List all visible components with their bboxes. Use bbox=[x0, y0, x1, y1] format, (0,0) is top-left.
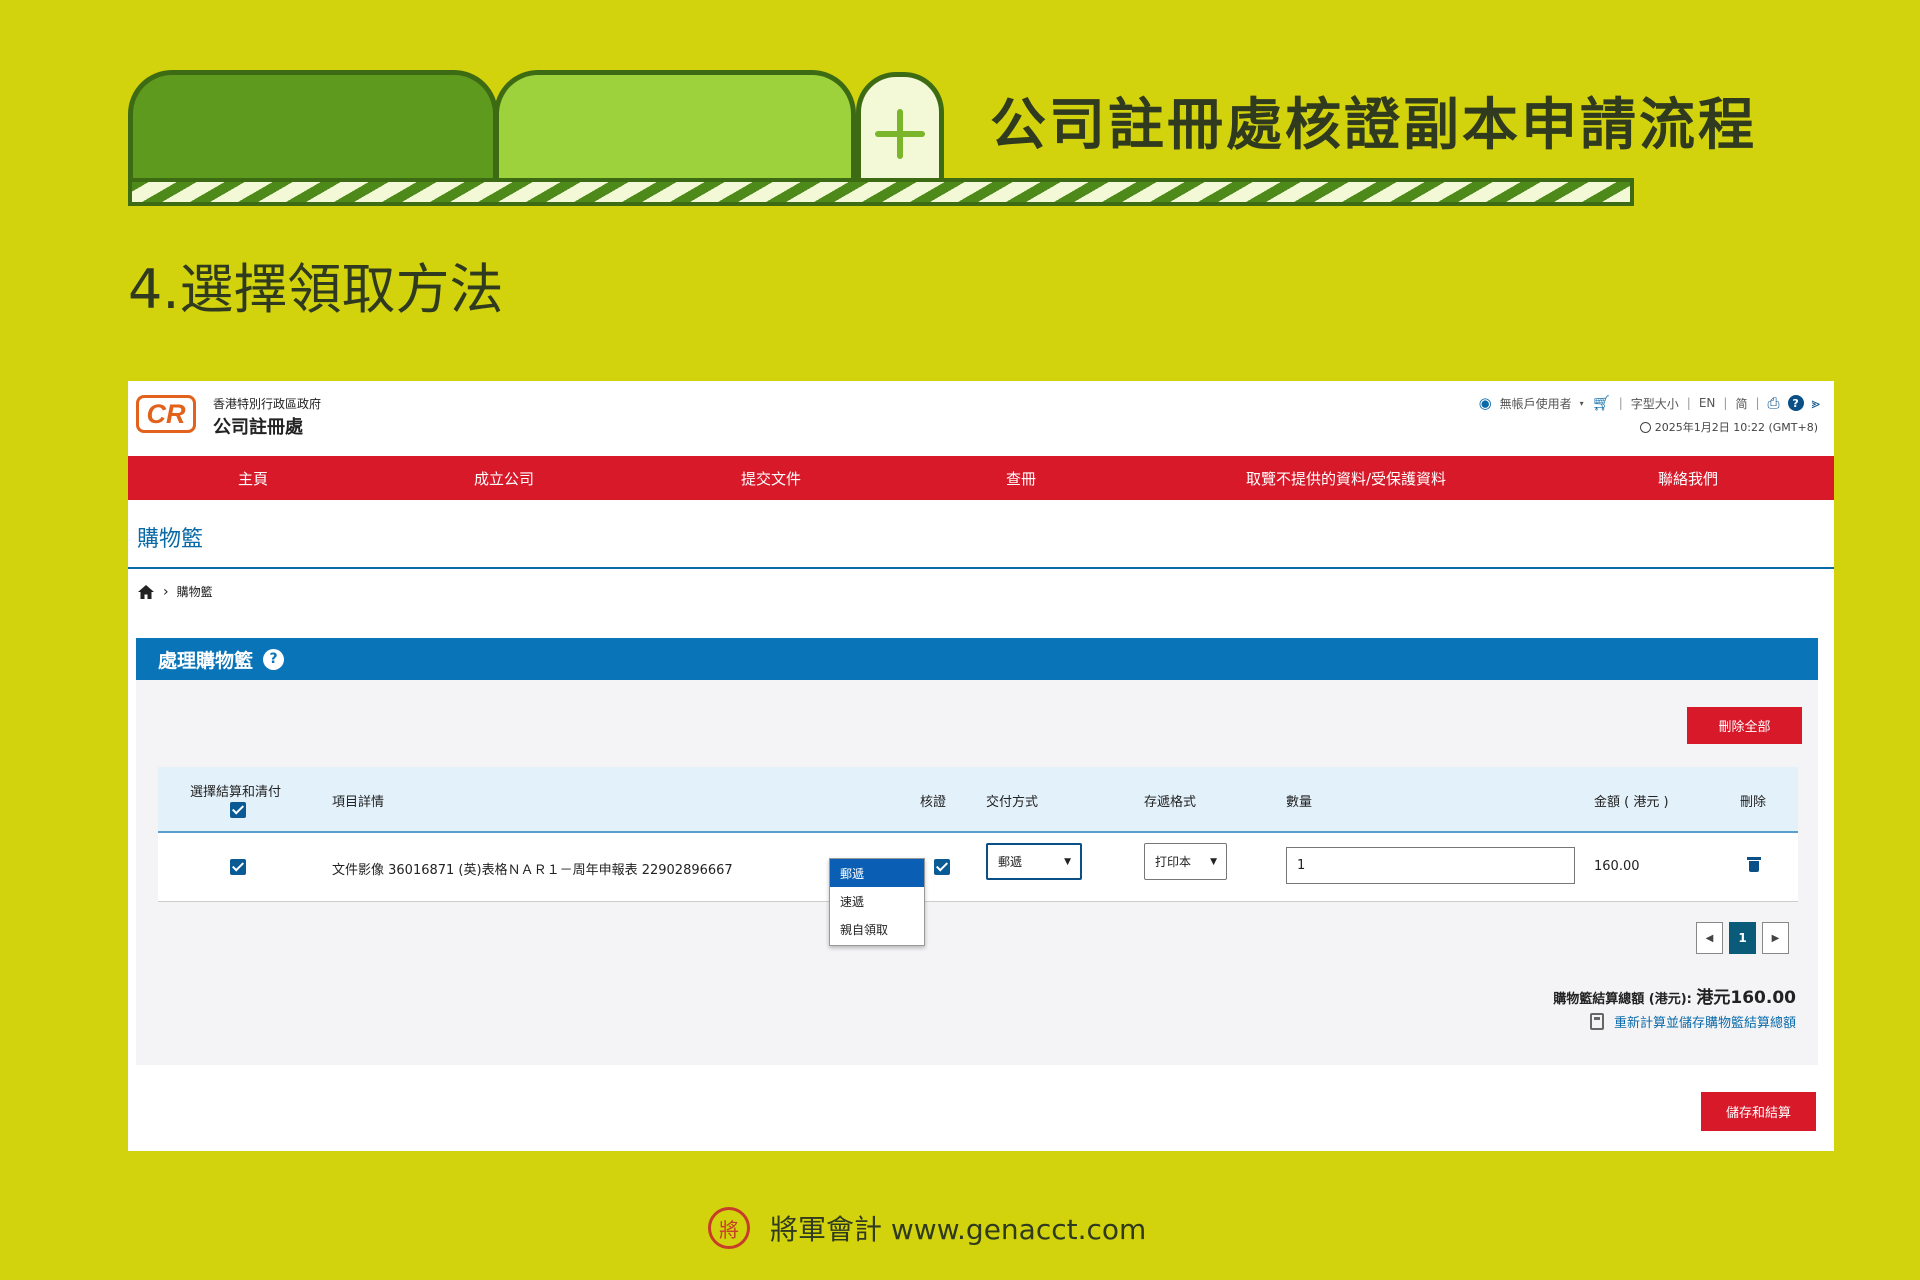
th-certify: 核證 bbox=[920, 795, 947, 810]
breadcrumb-current: 購物籃 bbox=[176, 585, 213, 599]
th-amount: 金額 ( 港元 ) bbox=[1594, 795, 1669, 810]
clock-icon bbox=[1639, 421, 1651, 433]
slide-footer: 將 將軍會計 www.genacct.com bbox=[708, 1207, 1146, 1249]
delivery-select-value: 郵遞 bbox=[998, 855, 1023, 869]
calculator-icon bbox=[1589, 1013, 1604, 1030]
cart-total: 購物籃結算總額 (港元): 港元160.00 bbox=[1553, 983, 1796, 1008]
th-format: 存遞格式 bbox=[1144, 795, 1197, 810]
site-header: CR 香港特別行政區政府 公司註冊處 ◉ 無帳戶使用者 ▾ 🛒︎ | 字型大小 … bbox=[128, 381, 1834, 455]
chevron-down-icon: ▼ bbox=[1210, 856, 1217, 867]
page-title: 購物籃 bbox=[137, 527, 204, 552]
total-amount: 港元160.00 bbox=[1696, 988, 1796, 1008]
select-all-checkbox[interactable] bbox=[230, 802, 246, 818]
chevron-down-icon: ▾ bbox=[1579, 398, 1584, 408]
screenshot-card: CR 香港特別行政區政府 公司註冊處 ◉ 無帳戶使用者 ▾ 🛒︎ | 字型大小 … bbox=[128, 381, 1834, 1151]
cart-panel: 刪除全部 選擇結算和清付 項目詳情 核證 交付方式 存遞格式 數量 金額 ( 港… bbox=[136, 680, 1818, 1065]
headset-icon: ◉ bbox=[1478, 394, 1492, 412]
th-delivery: 交付方式 bbox=[986, 795, 1039, 810]
breadcrumb: › 購物籃 bbox=[137, 583, 213, 600]
section-header: 處理購物籃 ? bbox=[136, 638, 1818, 680]
main-nav: 主頁 成立公司 提交文件 查冊 取覽不提供的資料/受保護資料 聯絡我們 bbox=[128, 456, 1834, 500]
lang-sc-link[interactable]: 简 bbox=[1735, 395, 1747, 412]
nav-item-home[interactable]: 主頁 bbox=[128, 468, 378, 489]
nav-item-protected-info[interactable]: 取覽不提供的資料/受保護資料 bbox=[1130, 468, 1562, 489]
trash-icon[interactable] bbox=[1747, 857, 1761, 872]
lang-en-link[interactable]: EN bbox=[1699, 396, 1716, 410]
dropdown-option-pickup[interactable]: 親自領取 bbox=[830, 915, 924, 943]
dropdown-option-courier[interactable]: 速遞 bbox=[830, 887, 924, 915]
user-menu[interactable]: 無帳戶使用者 bbox=[1500, 395, 1572, 412]
cart-icon[interactable]: 🛒︎ bbox=[1592, 394, 1611, 412]
next-page-button[interactable]: ▶ bbox=[1762, 922, 1789, 954]
th-delete: 刪除 bbox=[1740, 795, 1767, 810]
tab-shape-light bbox=[494, 70, 856, 190]
slide-title: 公司註冊處核證副本申請流程 bbox=[990, 93, 1757, 158]
dropdown-option-post[interactable]: 郵遞 bbox=[830, 859, 924, 887]
help-icon[interactable]: ? bbox=[1787, 395, 1804, 411]
tab-shape-dark bbox=[128, 70, 498, 190]
format-select[interactable]: 打印本 ▼ bbox=[1144, 843, 1227, 880]
amount-value: 160.00 bbox=[1594, 859, 1640, 874]
certify-checkbox[interactable] bbox=[934, 859, 950, 875]
recalc-text[interactable]: 重新計算並儲存購物籃結算總額 bbox=[1614, 1012, 1796, 1031]
footer-text: 將軍會計 www.genacct.com bbox=[770, 1213, 1147, 1246]
prev-page-button[interactable]: ◀ bbox=[1696, 922, 1723, 954]
recalculate-link[interactable]: 重新計算並儲存購物籃結算總額 bbox=[1589, 1012, 1796, 1031]
chevron-down-icon: ▼ bbox=[1064, 856, 1071, 867]
utility-bar: ◉ 無帳戶使用者 ▾ 🛒︎ | 字型大小 | EN | 简 | ⎙ ? ⪢ bbox=[1478, 394, 1820, 412]
th-item: 項目詳情 bbox=[332, 795, 385, 810]
item-details: 文件影像 36016871 (英)表格ＮＡＲ１－周年申報表 2290289666… bbox=[332, 863, 733, 878]
step-title: 4.選擇領取方法 bbox=[128, 258, 504, 321]
datetime-text: 2025年1月2日 10:22 (GMT+8) bbox=[1654, 421, 1818, 434]
datetime-display: 2025年1月2日 10:22 (GMT+8) bbox=[1639, 419, 1818, 435]
home-icon[interactable] bbox=[137, 584, 155, 600]
page-button-current[interactable]: 1 bbox=[1729, 922, 1756, 954]
quantity-input[interactable] bbox=[1286, 847, 1575, 884]
plus-icon bbox=[856, 72, 944, 190]
save-checkout-button[interactable]: 儲存和結算 bbox=[1701, 1092, 1816, 1131]
format-select-value: 打印本 bbox=[1155, 855, 1192, 869]
delivery-select[interactable]: 郵遞 ▼ bbox=[986, 843, 1082, 880]
th-select: 選擇結算和清付 bbox=[190, 785, 282, 800]
pagination: ◀ 1 ▶ bbox=[1696, 922, 1789, 954]
font-size-link[interactable]: 字型大小 bbox=[1631, 395, 1679, 412]
dept-name: 公司註冊處 bbox=[213, 417, 303, 438]
nav-item-incorporate[interactable]: 成立公司 bbox=[378, 468, 630, 489]
section-title: 處理購物籃 bbox=[158, 649, 254, 672]
cr-logo[interactable]: CR bbox=[136, 395, 196, 433]
table-row: 文件影像 36016871 (英)表格ＮＡＲ１－周年申報表 2290289666… bbox=[158, 833, 1798, 902]
chevron-right-icon: › bbox=[163, 583, 169, 600]
heading-divider bbox=[128, 567, 1834, 569]
total-label: 購物籃結算總額 (港元): bbox=[1553, 992, 1697, 1007]
gov-name: 香港特別行政區政府 bbox=[213, 397, 322, 411]
table-header: 選擇結算和清付 項目詳情 核證 交付方式 存遞格式 數量 金額 ( 港元 ) 刪… bbox=[158, 767, 1798, 833]
delete-all-button[interactable]: 刪除全部 bbox=[1687, 707, 1802, 744]
delivery-dropdown-menu: 郵遞 速遞 親自領取 bbox=[829, 858, 925, 946]
print-icon[interactable]: ⎙ bbox=[1768, 394, 1780, 412]
seal-logo: 將 bbox=[708, 1207, 750, 1249]
share-icon[interactable]: ⪢ bbox=[1812, 394, 1820, 412]
th-quantity: 數量 bbox=[1286, 795, 1313, 810]
row-select-checkbox[interactable] bbox=[230, 859, 246, 875]
help-icon[interactable]: ? bbox=[263, 648, 285, 670]
nav-item-submit-docs[interactable]: 提交文件 bbox=[630, 468, 912, 489]
nav-item-contact[interactable]: 聯絡我們 bbox=[1562, 468, 1814, 489]
striped-progress-bar bbox=[128, 178, 1634, 206]
nav-item-search[interactable]: 查冊 bbox=[912, 468, 1130, 489]
